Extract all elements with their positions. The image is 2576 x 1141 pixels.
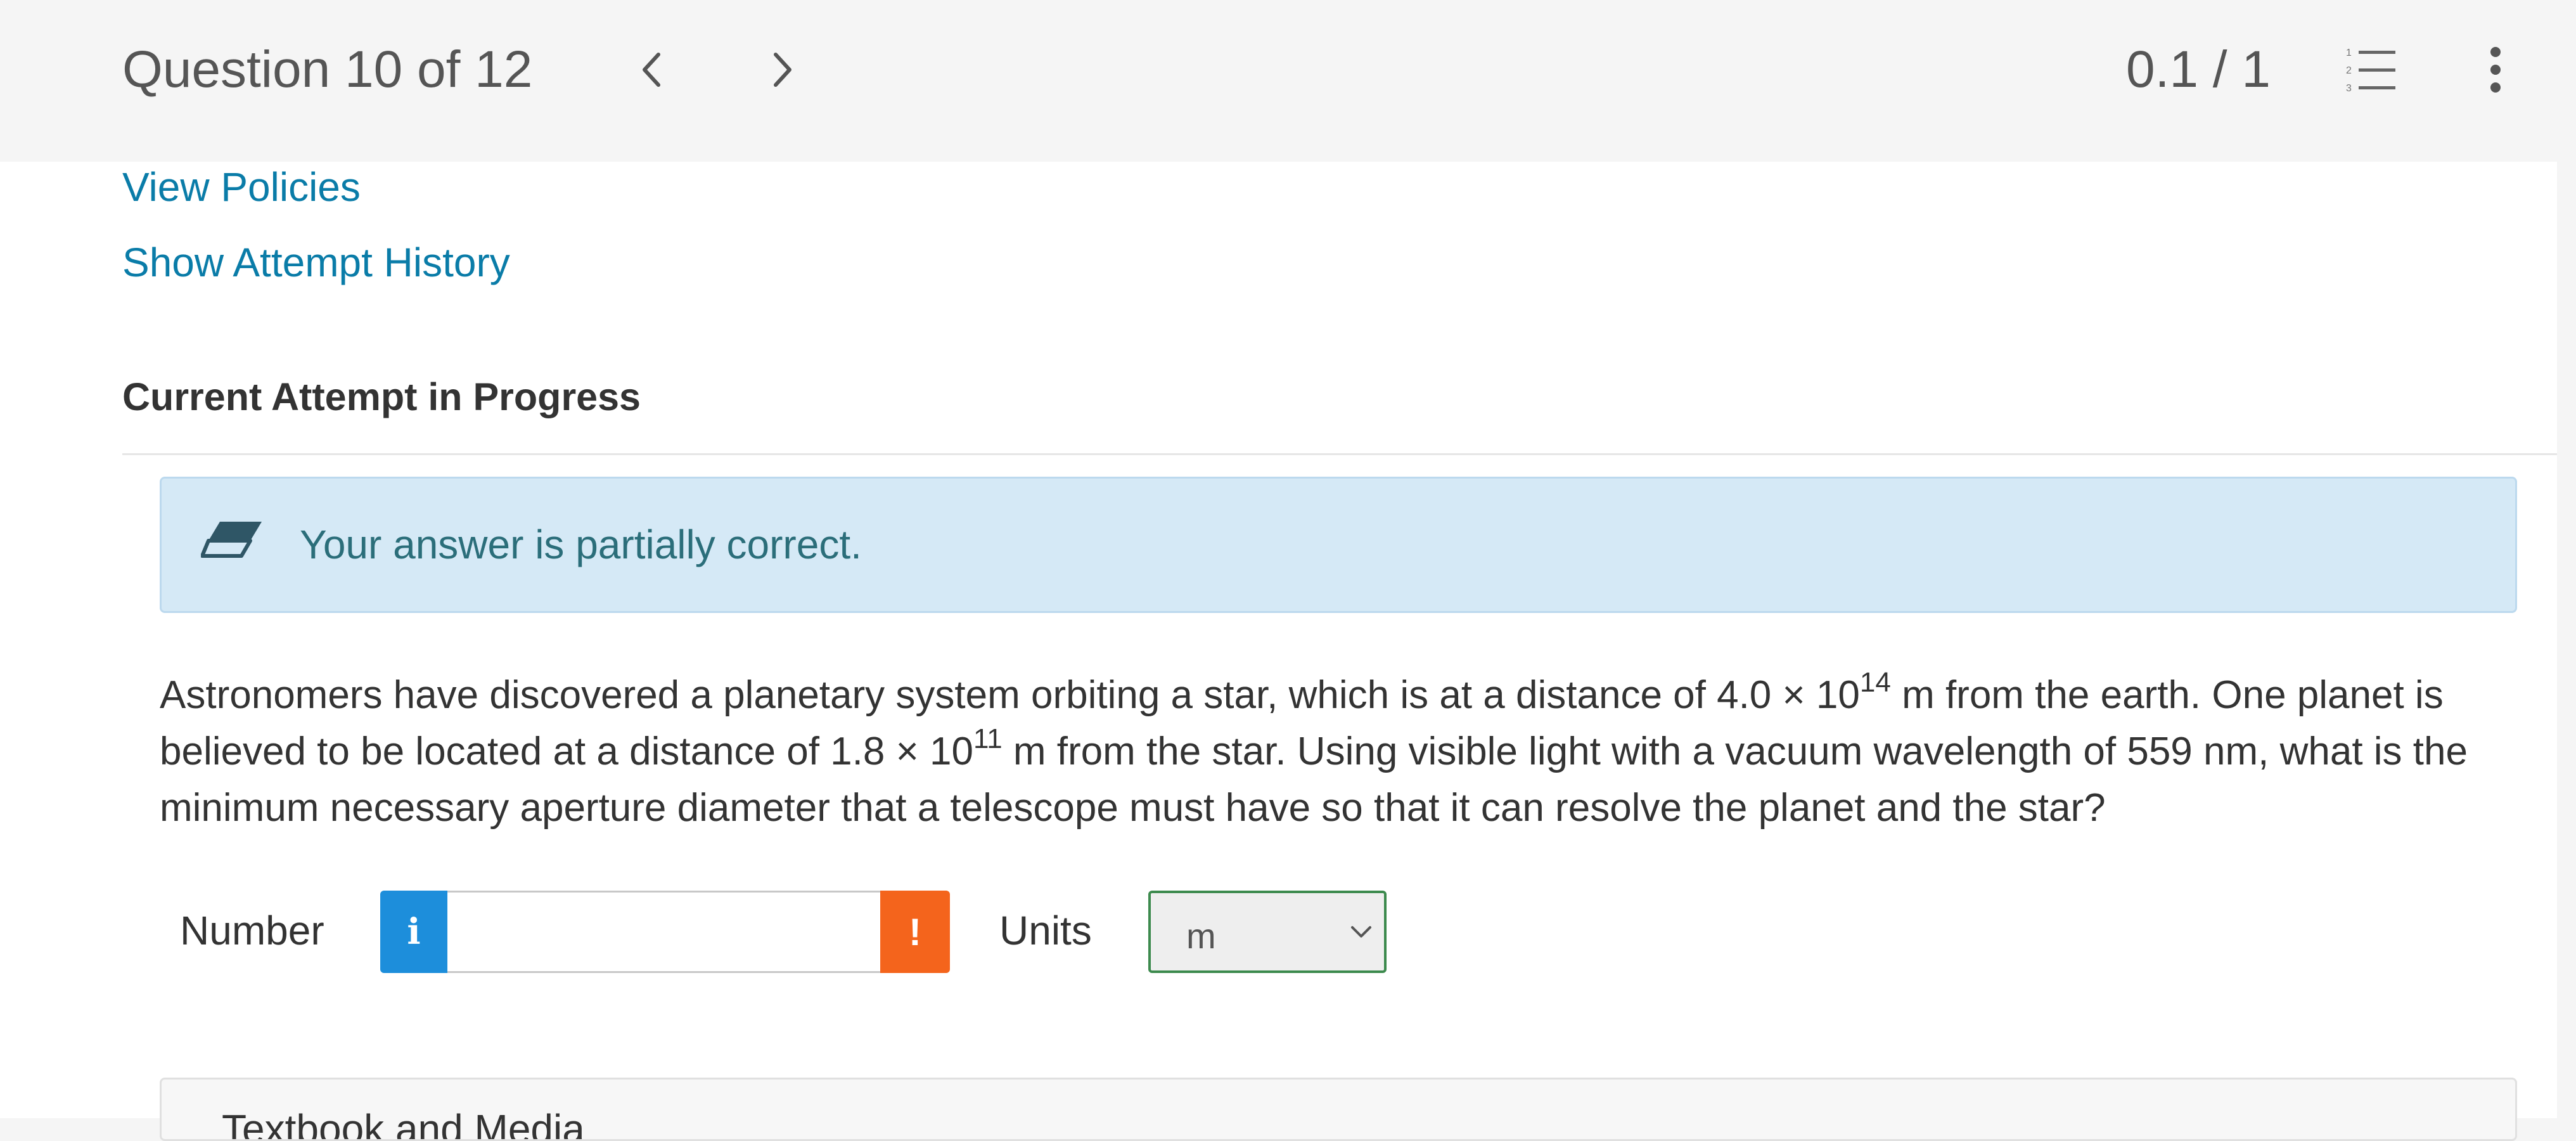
next-question-button[interactable]: [760, 44, 805, 95]
number-label: Number: [180, 908, 324, 953]
more-vertical-icon[interactable]: [2483, 44, 2508, 95]
section-divider: [122, 453, 2557, 455]
attempt-heading: Current Attempt in Progress: [122, 375, 641, 418]
score-display: 0.1 / 1: [2126, 41, 2271, 98]
content-area: [0, 162, 2557, 1118]
warning-icon: !: [909, 910, 921, 953]
feedback-text: Your answer is partially correct.: [300, 522, 862, 567]
question-header: Question 10 of 12 0.1 / 1 1 2 3: [0, 0, 2576, 162]
eraser-icon: [201, 522, 262, 558]
units-label: Units: [999, 908, 1092, 953]
warning-button[interactable]: !: [880, 891, 950, 973]
separation-exponent: 11: [973, 723, 1003, 755]
textbook-media-title: Textbook and Media: [222, 1106, 585, 1141]
numbered-list-icon[interactable]: 1 2 3: [2345, 46, 2397, 94]
info-icon: i: [407, 911, 421, 953]
chevron-down-icon: [1351, 926, 1371, 938]
units-select[interactable]: m: [1148, 891, 1387, 973]
chevron-right-icon: [774, 53, 791, 87]
svg-text:3: 3: [2346, 83, 2352, 94]
textbook-media-panel[interactable]: Textbook and Media: [160, 1078, 2517, 1141]
question-counter: Question 10 of 12: [122, 41, 533, 98]
info-button[interactable]: i: [380, 891, 447, 973]
feedback-banner: Your answer is partially correct.: [160, 477, 2517, 613]
svg-text:1: 1: [2346, 48, 2352, 58]
chevron-left-icon: [643, 53, 660, 87]
distance-exponent: 14: [1859, 667, 1891, 699]
svg-text:2: 2: [2346, 65, 2352, 76]
units-selected-value: m: [1186, 916, 1216, 956]
question-text-part-1: Astronomers have discovered a planetary …: [160, 673, 1860, 717]
question-text: Astronomers have discovered a planetary …: [160, 667, 2530, 836]
number-input[interactable]: [447, 891, 880, 973]
answer-row: Number i ! Units m: [160, 887, 2061, 974]
view-policies-link[interactable]: View Policies: [122, 163, 361, 211]
previous-question-button[interactable]: [629, 44, 674, 95]
show-attempt-history-link[interactable]: Show Attempt History: [122, 238, 510, 287]
